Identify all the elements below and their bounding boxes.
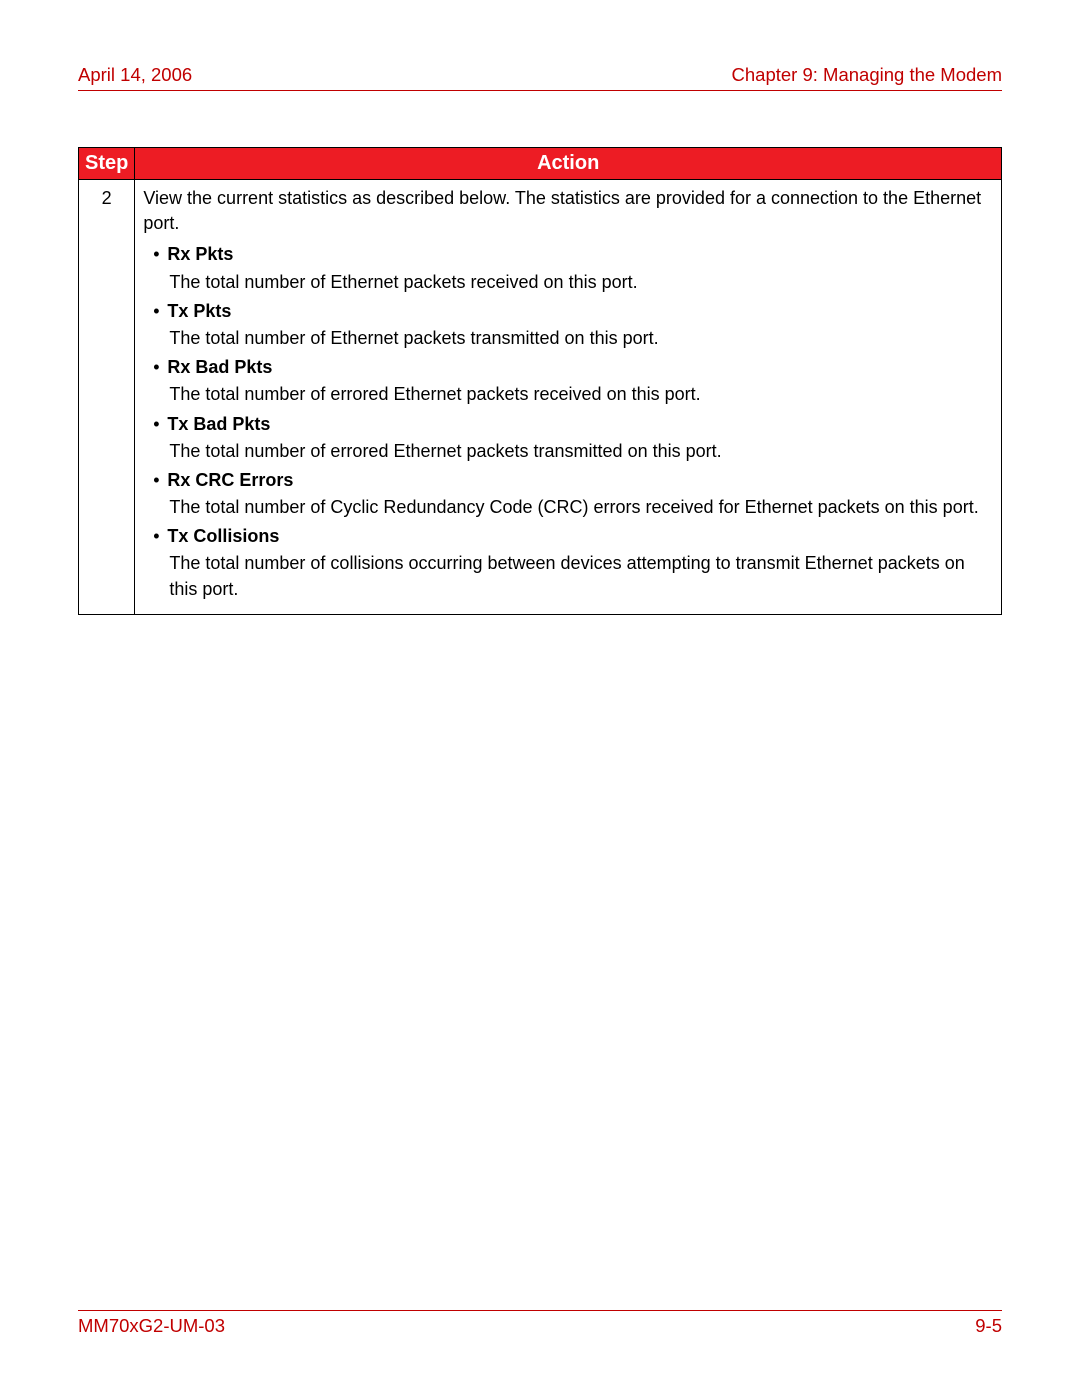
- header-date: April 14, 2006: [78, 64, 192, 86]
- stat-label: Tx Collisions: [143, 524, 993, 549]
- stat-item: Rx Bad Pkts The total number of errored …: [143, 355, 993, 407]
- stat-desc: The total number of errored Ethernet pac…: [169, 439, 993, 464]
- column-header-step: Step: [79, 148, 135, 180]
- stat-label: Rx Pkts: [143, 242, 993, 267]
- stat-item: Rx CRC Errors The total number of Cyclic…: [143, 468, 993, 520]
- stat-desc: The total number of Cyclic Redundancy Co…: [169, 495, 993, 520]
- stat-item: Tx Collisions The total number of collis…: [143, 524, 993, 602]
- stat-desc: The total number of collisions occurring…: [169, 551, 993, 601]
- header-chapter: Chapter 9: Managing the Modem: [732, 64, 1002, 86]
- page-container: April 14, 2006 Chapter 9: Managing the M…: [0, 0, 1080, 1397]
- action-intro: View the current statistics as described…: [143, 186, 993, 236]
- stat-item: Tx Pkts The total number of Ethernet pac…: [143, 299, 993, 351]
- table-header-row: Step Action: [79, 148, 1002, 180]
- page-header: April 14, 2006 Chapter 9: Managing the M…: [78, 64, 1002, 91]
- stat-desc: The total number of Ethernet packets tra…: [169, 326, 993, 351]
- action-cell: View the current statistics as described…: [135, 180, 1002, 615]
- page-footer: MM70xG2-UM-03 9-5: [78, 1310, 1002, 1337]
- stat-desc: The total number of errored Ethernet pac…: [169, 382, 993, 407]
- column-header-action: Action: [135, 148, 1002, 180]
- stat-item: Tx Bad Pkts The total number of errored …: [143, 412, 993, 464]
- stat-label: Rx Bad Pkts: [143, 355, 993, 380]
- table-row: 2 View the current statistics as describ…: [79, 180, 1002, 615]
- stat-label: Rx CRC Errors: [143, 468, 993, 493]
- statistics-table: Step Action 2 View the current statistic…: [78, 147, 1002, 615]
- footer-page-number: 9-5: [975, 1315, 1002, 1337]
- stat-desc: The total number of Ethernet packets rec…: [169, 270, 993, 295]
- footer-doc-id: MM70xG2-UM-03: [78, 1315, 225, 1337]
- stat-label: Tx Pkts: [143, 299, 993, 324]
- stat-item: Rx Pkts The total number of Ethernet pac…: [143, 242, 993, 294]
- step-number-cell: 2: [79, 180, 135, 615]
- stat-label: Tx Bad Pkts: [143, 412, 993, 437]
